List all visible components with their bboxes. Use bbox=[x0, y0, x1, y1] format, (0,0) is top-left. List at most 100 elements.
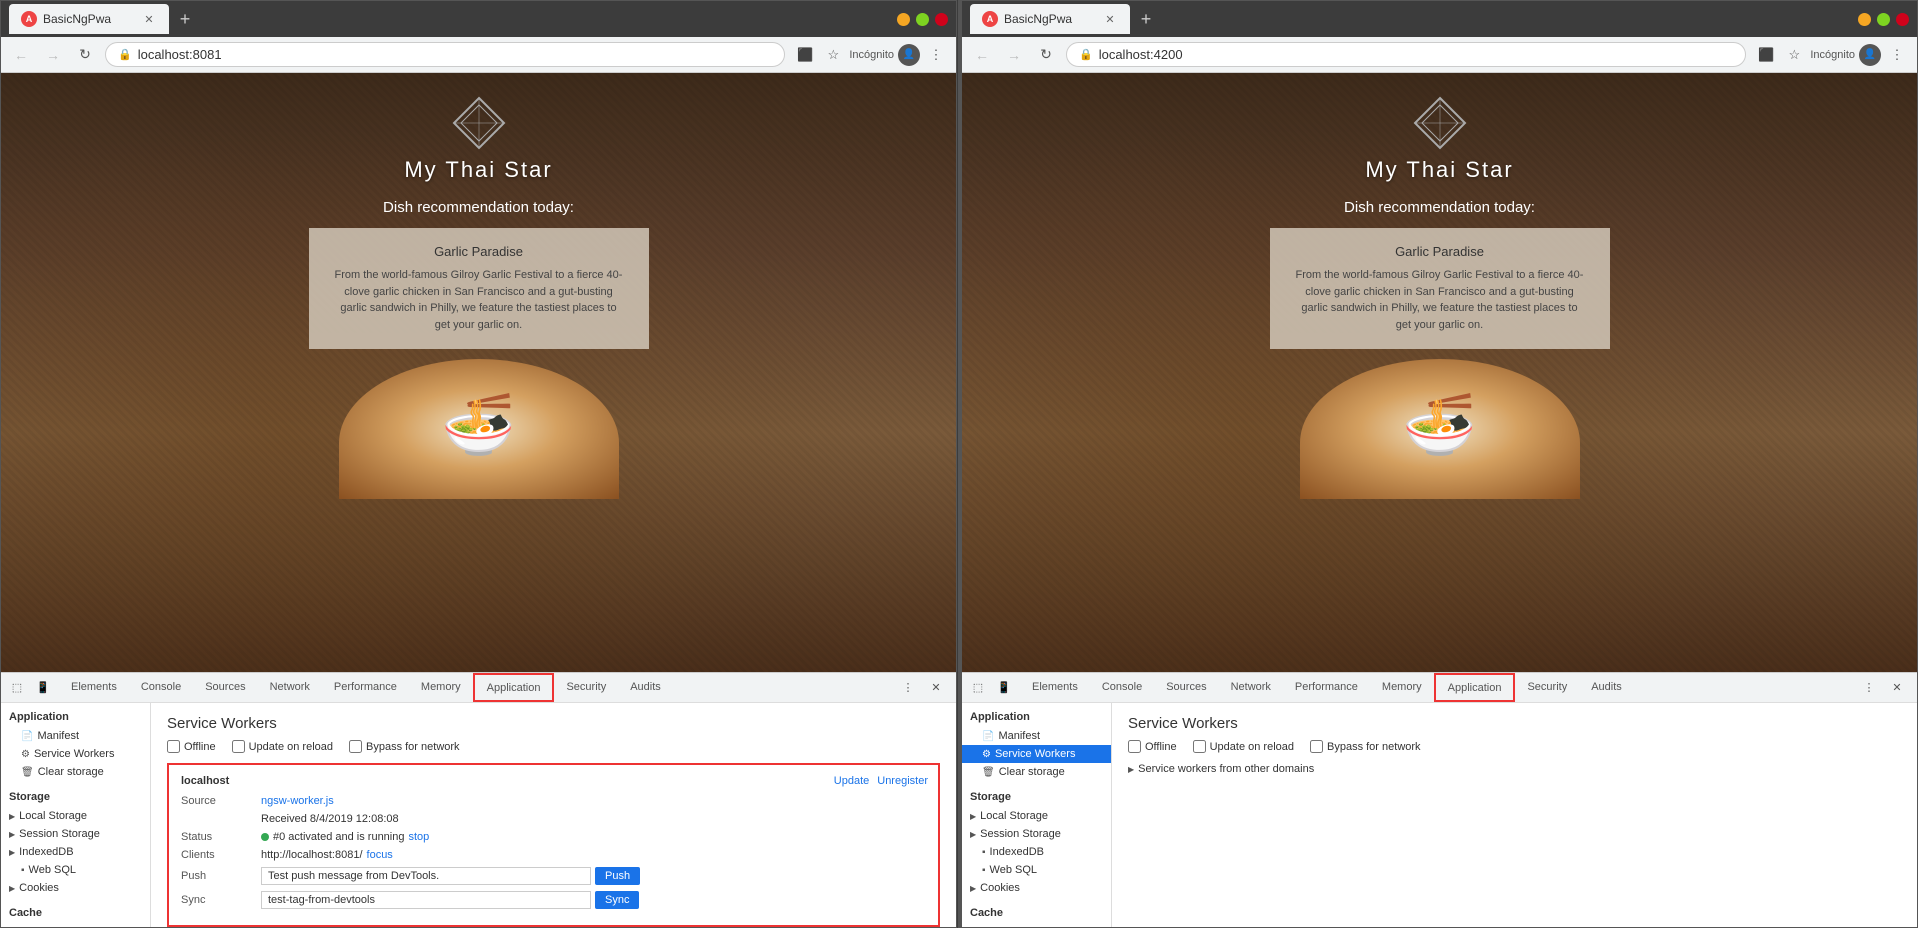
left-dt-tab-performance[interactable]: Performance bbox=[322, 673, 409, 702]
right-back-btn[interactable]: ← bbox=[970, 43, 994, 67]
right-maximize-btn[interactable]: □ bbox=[1877, 13, 1890, 26]
left-sw-sync-input[interactable] bbox=[261, 891, 591, 909]
right-close-btn[interactable]: ✕ bbox=[1896, 13, 1909, 26]
left-sw-update-option[interactable]: Update on reload bbox=[232, 740, 333, 753]
left-sw-update-checkbox[interactable] bbox=[232, 740, 245, 753]
left-sw-source-link[interactable]: ngsw-worker.js bbox=[261, 795, 334, 807]
right-reload-btn[interactable]: ↻ bbox=[1034, 43, 1058, 67]
left-focus-link[interactable]: focus bbox=[367, 849, 393, 861]
left-dt-tab-memory[interactable]: Memory bbox=[409, 673, 473, 702]
left-reload-btn[interactable]: ↻ bbox=[73, 43, 97, 67]
right-sw-offline-option[interactable]: Offline bbox=[1128, 740, 1177, 753]
right-devtools-more-btn[interactable]: ⋮ bbox=[1857, 676, 1881, 700]
right-sw-bypass-checkbox[interactable] bbox=[1310, 740, 1323, 753]
left-maximize-btn[interactable]: □ bbox=[916, 13, 929, 26]
left-sw-offline-checkbox[interactable] bbox=[167, 740, 180, 753]
left-sidebar-cookies[interactable]: ▶ Cookies bbox=[1, 879, 150, 897]
right-new-tab-btn[interactable]: + bbox=[1132, 5, 1160, 33]
right-sw-update-option[interactable]: Update on reload bbox=[1193, 740, 1294, 753]
right-sidebar-clearstorage[interactable]: 🗑 Clear storage bbox=[962, 763, 1111, 781]
left-dt-tab-console[interactable]: Console bbox=[129, 673, 193, 702]
right-sidebar-serviceworkers[interactable]: ⚙ Service Workers bbox=[962, 745, 1111, 763]
right-sidebar-indexeddb[interactable]: ▪ IndexedDB bbox=[962, 843, 1111, 861]
right-dt-tab-network[interactable]: Network bbox=[1219, 673, 1283, 702]
left-tab-close-btn[interactable]: ✕ bbox=[141, 11, 157, 27]
left-sidebar-indexeddb[interactable]: ▶ IndexedDB bbox=[1, 843, 150, 861]
right-menu-btn[interactable]: ⋮ bbox=[1885, 43, 1909, 67]
left-dt-tab-audits[interactable]: Audits bbox=[618, 673, 673, 702]
left-bookmark-btn[interactable]: ☆ bbox=[821, 43, 845, 67]
left-sw-unregister-link[interactable]: Unregister bbox=[877, 775, 928, 787]
left-url-bar[interactable]: 🔒 localhost:8081 bbox=[105, 42, 785, 67]
left-back-btn[interactable]: ← bbox=[9, 43, 33, 67]
right-active-tab[interactable]: A BasicNgPwa ✕ bbox=[970, 4, 1130, 34]
left-active-tab[interactable]: A BasicNgPwa ✕ bbox=[9, 4, 169, 34]
right-sidebar-cachestorage[interactable]: ▶ Cache Storage bbox=[962, 923, 1111, 927]
right-dt-tab-elements[interactable]: Elements bbox=[1020, 673, 1090, 702]
right-sw-update-checkbox[interactable] bbox=[1193, 740, 1206, 753]
right-url-bar[interactable]: 🔒 localhost:4200 bbox=[1066, 42, 1746, 67]
left-dt-tab-elements[interactable]: Elements bbox=[59, 673, 129, 702]
right-sidebar-localstorage[interactable]: ▶ Local Storage bbox=[962, 807, 1111, 825]
left-dt-tab-sources[interactable]: Sources bbox=[193, 673, 257, 702]
right-cast-btn[interactable]: ⬛ bbox=[1754, 43, 1778, 67]
right-sidebar-sessionstorage[interactable]: ▶ Session Storage bbox=[962, 825, 1111, 843]
right-websql-icon: ▪ bbox=[982, 865, 986, 876]
left-sw-sync-btn[interactable]: Sync bbox=[595, 891, 639, 909]
left-sidebar-cachestorage[interactable]: ▶ Cache Storage bbox=[1, 923, 150, 927]
right-sw-bypass-option[interactable]: Bypass for network bbox=[1310, 740, 1421, 753]
right-minimize-btn[interactable]: ─ bbox=[1858, 13, 1871, 26]
left-sw-entry: localhost Update Unregister Source ngsw-… bbox=[167, 763, 940, 927]
left-devtools-device-btn[interactable]: 📱 bbox=[31, 676, 55, 700]
left-sw-update-link[interactable]: Update bbox=[834, 775, 869, 787]
right-sw-other-domains[interactable]: ▶ Service workers from other domains bbox=[1128, 763, 1901, 775]
right-dt-tab-performance[interactable]: Performance bbox=[1283, 673, 1370, 702]
right-dt-tab-audits[interactable]: Audits bbox=[1579, 673, 1634, 702]
left-menu-btn[interactable]: ⋮ bbox=[924, 43, 948, 67]
right-tab-close-btn[interactable]: ✕ bbox=[1102, 11, 1118, 27]
right-dt-tab-application[interactable]: Application bbox=[1434, 673, 1516, 702]
left-sw-links: Update Unregister bbox=[834, 775, 928, 787]
left-sw-push-btn[interactable]: Push bbox=[595, 867, 640, 885]
left-sw-stop-link[interactable]: stop bbox=[408, 831, 429, 843]
left-forward-btn[interactable]: → bbox=[41, 43, 65, 67]
right-devtools-inspect-btn[interactable]: ⬚ bbox=[966, 676, 990, 700]
right-dt-tab-security[interactable]: Security bbox=[1515, 673, 1579, 702]
left-sidebar-manifest[interactable]: 📄 Manifest bbox=[1, 727, 150, 745]
right-sidebar-cookies[interactable]: ▶ Cookies bbox=[962, 879, 1111, 897]
left-sidebar-storage-header: Storage bbox=[1, 787, 150, 807]
left-dt-tab-network[interactable]: Network bbox=[258, 673, 322, 702]
right-incognito-label: Incógnito bbox=[1810, 49, 1855, 61]
left-sw-offline-option[interactable]: Offline bbox=[167, 740, 216, 753]
left-close-btn[interactable]: ✕ bbox=[935, 13, 948, 26]
left-devtools-more-btn[interactable]: ⋮ bbox=[896, 676, 920, 700]
right-url-text: localhost:4200 bbox=[1099, 47, 1183, 62]
left-cast-btn[interactable]: ⬛ bbox=[793, 43, 817, 67]
left-new-tab-btn[interactable]: + bbox=[171, 5, 199, 33]
left-dt-tab-application[interactable]: Application bbox=[473, 673, 555, 702]
right-dt-tab-sources[interactable]: Sources bbox=[1154, 673, 1218, 702]
right-bookmark-btn[interactable]: ☆ bbox=[1782, 43, 1806, 67]
right-dt-tab-console[interactable]: Console bbox=[1090, 673, 1154, 702]
right-sidebar-websql[interactable]: ▪ Web SQL bbox=[962, 861, 1111, 879]
right-devtools-device-btn[interactable]: 📱 bbox=[992, 676, 1016, 700]
left-minimize-btn[interactable]: ─ bbox=[897, 13, 910, 26]
right-devtools-close-btn[interactable]: ✕ bbox=[1885, 676, 1909, 700]
right-forward-btn[interactable]: → bbox=[1002, 43, 1026, 67]
left-sidebar-localstorage[interactable]: ▶ Local Storage bbox=[1, 807, 150, 825]
right-sidebar-manifest[interactable]: 📄 Manifest bbox=[962, 727, 1111, 745]
left-sw-bypass-checkbox[interactable] bbox=[349, 740, 362, 753]
right-tab-strip: A BasicNgPwa ✕ + bbox=[970, 1, 1854, 37]
left-sw-bypass-option[interactable]: Bypass for network bbox=[349, 740, 460, 753]
left-devtools-icons: ⬚ 📱 bbox=[5, 676, 59, 700]
left-devtools-inspect-btn[interactable]: ⬚ bbox=[5, 676, 29, 700]
left-sidebar-sessionstorage[interactable]: ▶ Session Storage bbox=[1, 825, 150, 843]
right-dt-tab-memory[interactable]: Memory bbox=[1370, 673, 1434, 702]
left-devtools-close-btn[interactable]: ✕ bbox=[924, 676, 948, 700]
left-sidebar-clearstorage[interactable]: 🗑 Clear storage bbox=[1, 763, 150, 781]
left-dt-tab-security[interactable]: Security bbox=[554, 673, 618, 702]
right-sw-offline-checkbox[interactable] bbox=[1128, 740, 1141, 753]
left-sidebar-serviceworkers[interactable]: ⚙ Service Workers bbox=[1, 745, 150, 763]
left-sw-push-input[interactable] bbox=[261, 867, 591, 885]
left-sidebar-websql[interactable]: ▪ Web SQL bbox=[1, 861, 150, 879]
